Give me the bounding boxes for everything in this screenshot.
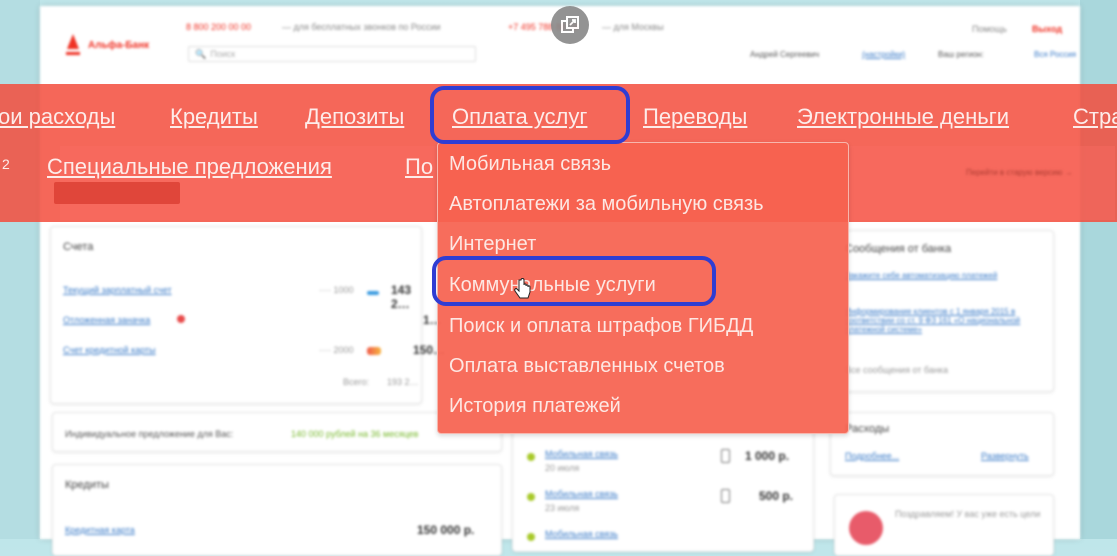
congrats-text: Поздравляем! У вас уже есть цели xyxy=(895,509,1041,519)
status-dot xyxy=(527,493,535,501)
nav-item-e-money[interactable]: Электронные деньги xyxy=(797,104,1009,130)
user-name: Андрей Сергеевич xyxy=(750,50,820,59)
payment-amount: 1 000 р. xyxy=(745,449,790,463)
status-dot xyxy=(527,533,535,541)
phone-moscow-note: — для Москвы xyxy=(602,22,664,32)
user-settings-link[interactable]: (настройки) xyxy=(862,50,905,59)
nav-item-deposits[interactable]: Депозиты xyxy=(305,104,404,130)
total-label: Всего: xyxy=(343,377,370,387)
card-mastercard-icon xyxy=(367,347,381,355)
payment-date: 20 июля xyxy=(545,463,580,473)
messages-title: Сообщения от банка xyxy=(845,243,952,255)
highlight-utilities-item xyxy=(432,256,716,306)
menu-item-payment-history[interactable]: История платежей xyxy=(449,395,621,418)
account-link[interactable]: Отложенная заначка xyxy=(63,315,150,325)
region-link[interactable]: Вся Россия xyxy=(1034,50,1076,59)
congrats-card: Поздравляем! У вас уже есть цели xyxy=(834,494,1054,556)
bank-logo[interactable]: Альфа-Банк xyxy=(66,34,149,56)
promo-button[interactable] xyxy=(54,182,180,204)
expenses-expand-link[interactable]: Развернуть xyxy=(981,451,1029,461)
payment-date: 23 июля xyxy=(545,503,580,513)
payment-link[interactable]: Мобильная связь xyxy=(545,529,618,539)
alfa-logo-icon xyxy=(66,34,80,56)
phone-icon xyxy=(721,489,730,503)
piggy-icon xyxy=(177,315,185,323)
nav-item-transfers[interactable]: Переводы xyxy=(643,104,747,130)
message-link[interactable]: Закажите себе автоматизацию платежей xyxy=(845,271,1041,280)
total-value: 193 2… xyxy=(387,377,419,387)
highlight-payments-nav xyxy=(430,86,630,144)
old-version-link[interactable]: Перейти в старую версию → xyxy=(966,168,1073,177)
menu-item-mobile-autopay[interactable]: Автоплатежи за мобильную связь xyxy=(449,193,764,216)
search-placeholder: Поиск xyxy=(210,49,236,59)
popout-button[interactable] xyxy=(551,6,589,44)
messages-card: Сообщения от банка Закажите себе автомат… xyxy=(830,230,1054,392)
nav-item-insurance[interactable]: Стра xyxy=(1073,104,1117,130)
browser-background-left xyxy=(0,0,40,539)
card-visa-icon xyxy=(367,291,379,295)
accounts-title: Счета xyxy=(63,241,94,253)
offer-card: Индивидуальное предложение для Вас: 140 … xyxy=(52,412,502,452)
nav-item-my-expenses[interactable]: ои расходы xyxy=(0,104,115,130)
account-link[interactable]: Текущий зарплатный счет xyxy=(63,285,172,295)
sub-nav-special-offers[interactable]: Специальные предложения xyxy=(47,154,332,180)
account-mask: ···· 1000 xyxy=(319,285,354,295)
nav-item-credits[interactable]: Кредиты xyxy=(170,104,258,130)
logo-text: Альфа-Банк xyxy=(88,39,150,51)
menu-item-invoices[interactable]: Оплата выставленных счетов xyxy=(449,355,725,378)
logout-link[interactable]: Выход xyxy=(1032,24,1062,34)
account-link[interactable]: Счет кредитной карты xyxy=(63,345,156,355)
menu-item-traffic-fines[interactable]: Поиск и оплата штрафов ГИБДД xyxy=(449,315,753,338)
account-amount: 143 2… xyxy=(391,283,412,311)
credits-title: Кредиты xyxy=(65,479,109,491)
menu-item-mobile[interactable]: Мобильная связь xyxy=(449,153,611,176)
payment-amount: 500 р. xyxy=(759,489,794,503)
expenses-card: Расходы Подробнее... Развернуть xyxy=(830,412,1054,476)
expenses-title: Расходы xyxy=(845,423,890,435)
external-window-icon xyxy=(561,16,579,33)
phone-free-note: — для бесплатных звонков по России xyxy=(282,22,441,32)
accounts-card: Счета Текущий зарплатный счет ···· 1000 … xyxy=(50,226,445,404)
region-label: Ваш регион: xyxy=(938,50,984,59)
balloon-icon xyxy=(849,511,883,545)
browser-background-right xyxy=(1080,0,1117,539)
phone-free: 8 800 200 00 00 xyxy=(186,22,252,32)
search-input[interactable]: 🔍 Поиск xyxy=(188,46,476,62)
payment-link[interactable]: Мобильная связь xyxy=(545,489,618,499)
search-icon: 🔍 xyxy=(195,48,207,59)
credit-amount: 150 000 р. xyxy=(417,523,475,537)
message-link[interactable]: Информирование клиентов с 1 января 2015 … xyxy=(845,307,1041,334)
sub-nav-badge: 2 xyxy=(2,156,10,172)
menu-item-internet[interactable]: Интернет xyxy=(449,233,536,256)
credits-card: Кредиты Кредитная карта 150 000 р. xyxy=(52,464,502,556)
all-messages-link[interactable]: Все сообщения от банка xyxy=(845,365,948,375)
sub-nav-connect[interactable]: По xyxy=(405,154,433,180)
payment-link[interactable]: Мобильная связь xyxy=(545,449,618,459)
credit-link[interactable]: Кредитная карта xyxy=(65,525,135,535)
expenses-more-link[interactable]: Подробнее... xyxy=(845,451,899,461)
offer-label: Индивидуальное предложение для Вас: xyxy=(65,429,234,439)
offer-value-link[interactable]: 140 000 рублей на 36 месяцев xyxy=(291,429,418,439)
status-dot xyxy=(527,453,535,461)
account-mask: ···· 2000 xyxy=(319,345,354,355)
hand-cursor-icon xyxy=(514,278,531,299)
help-link[interactable]: Помощь xyxy=(972,24,1007,34)
phone-icon xyxy=(721,449,730,463)
